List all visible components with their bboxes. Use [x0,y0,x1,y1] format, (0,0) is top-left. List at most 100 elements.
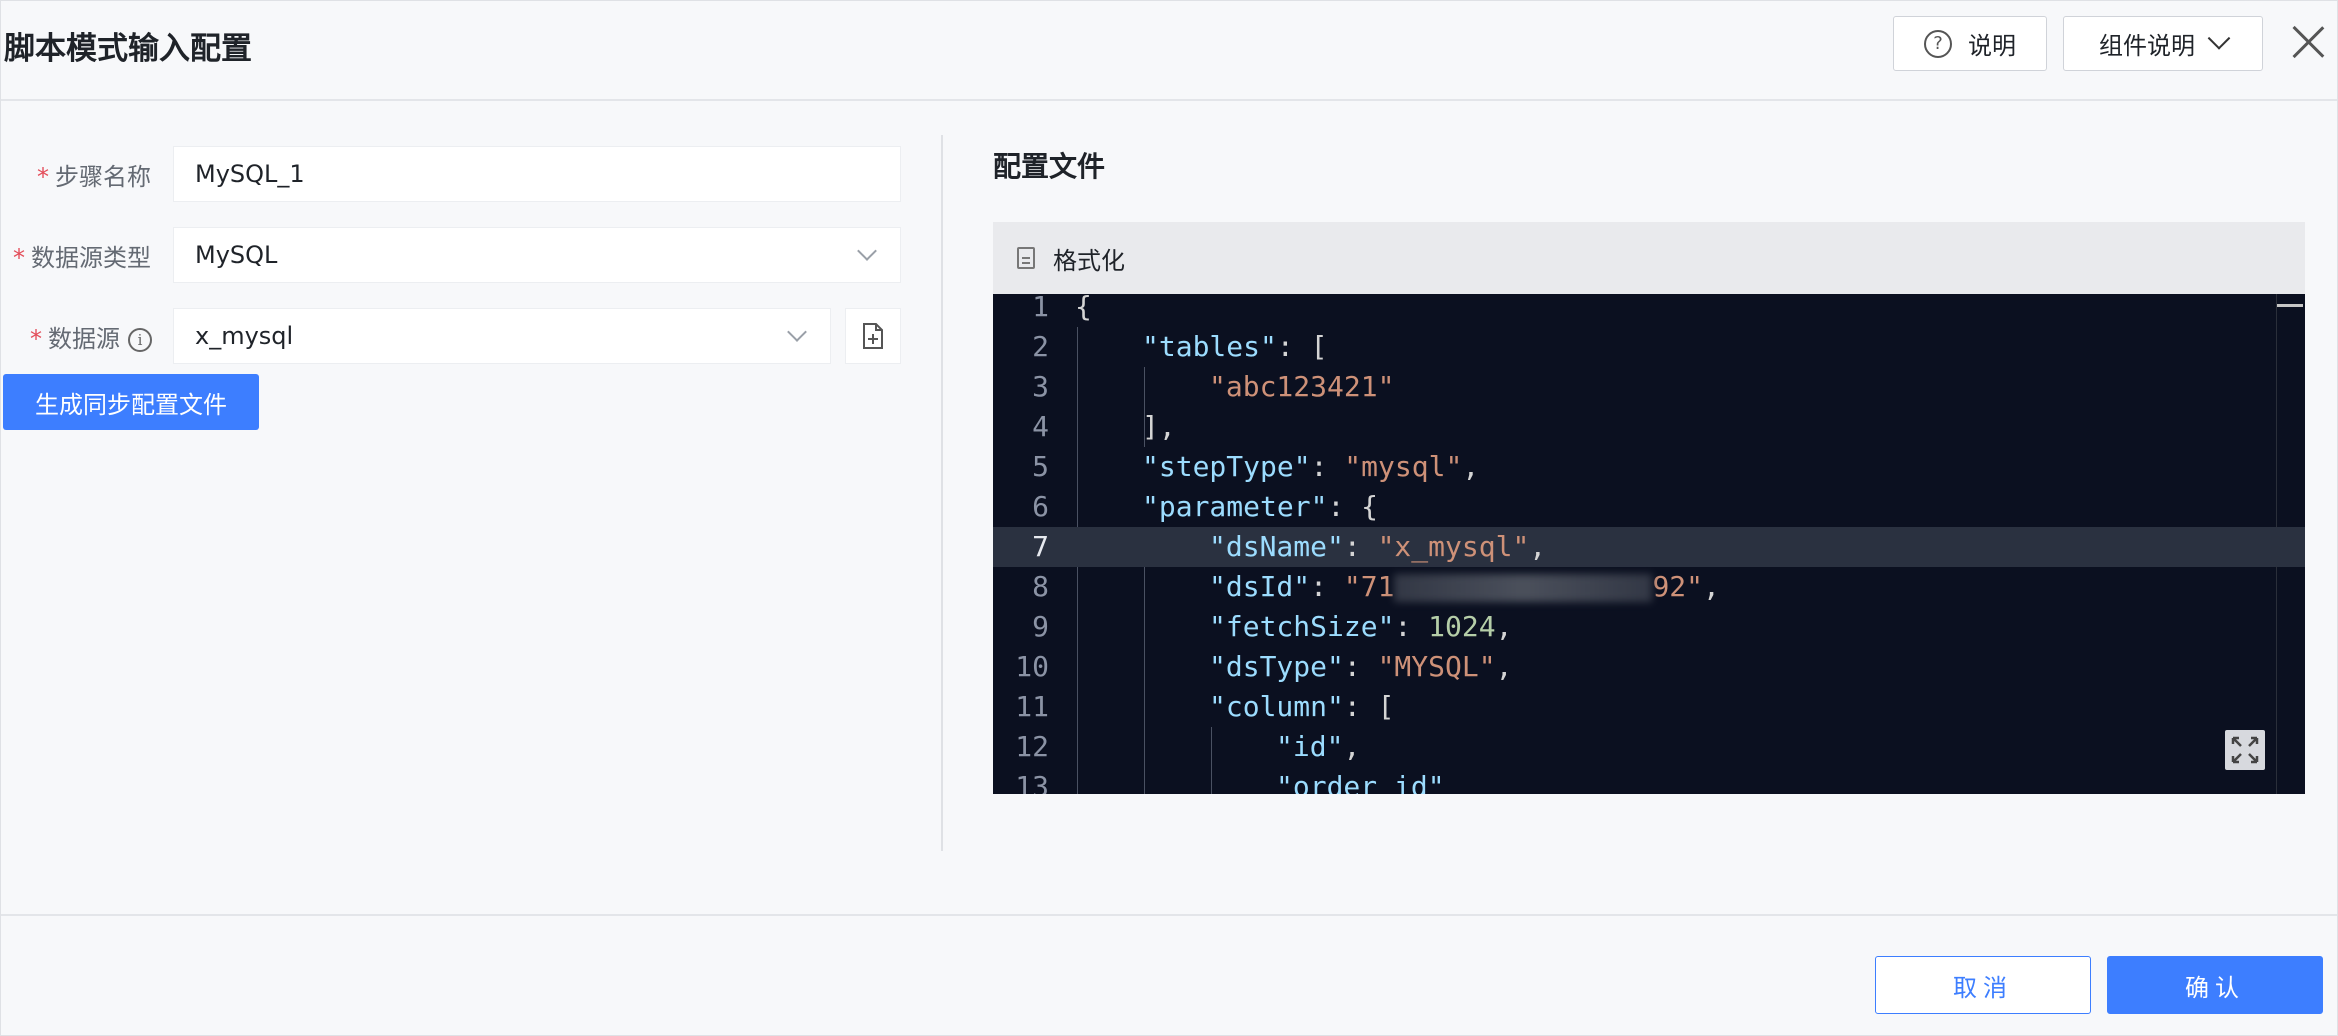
code-text: ], [1142,407,1176,447]
line-number: 4 [1032,410,1049,443]
code-text: "dsName": "x_mysql", [1209,527,1546,567]
code-token: "dsName" [1209,530,1344,563]
file-add-icon [863,323,883,349]
line-number: 13 [1015,770,1049,794]
format-button[interactable]: 格式化 [1053,241,1125,276]
code-text: "column": [ [1209,687,1394,727]
line-number: 7 [1032,530,1049,563]
code-token: "id" [1276,730,1344,763]
dialog-header: 脚本模式输入配置 ? 说明 组件说明 [1,1,2337,101]
code-token: "MYSQL" [1377,650,1496,683]
step-name-label: * 步骤名称 [37,157,151,192]
code-token: "parameter" [1142,490,1328,523]
code-text: "id", [1276,727,1360,767]
line-number: 2 [1032,330,1049,363]
code-token: , [1703,570,1720,603]
info-icon[interactable]: i [128,328,152,352]
code-token: : [1394,610,1429,643]
code-token: "column" [1209,690,1344,723]
code-token: "mysql" [1344,450,1463,483]
datasource-type-label: * 数据源类型 [13,238,151,273]
code-token: , [1495,610,1513,643]
code-line: 8 "dsId": "71 92", [993,567,2305,607]
code-token: : [ [1343,690,1395,723]
code-token: "fetchSize" [1209,610,1395,643]
code-token: : [1310,450,1345,483]
footer-divider [1,914,2337,916]
code-token: : { [1327,490,1379,523]
line-number: 5 [1032,450,1049,483]
generate-config-button[interactable]: 生成同步配置文件 [3,374,259,430]
format-toolbar: 格式化 [993,222,2305,294]
chevron-down-icon [787,322,807,342]
step-name-input[interactable]: MySQL_1 [173,146,901,202]
code-text: "stepType": "mysql", [1142,447,1479,487]
cancel-button[interactable]: 取消 [1875,956,2091,1014]
code-token: , [1462,450,1480,483]
help-button-label: 说明 [1968,32,2016,60]
config-file-title: 配置文件 [993,150,1106,183]
datasource-label: * 数据源 i [30,319,152,354]
line-number: 12 [1015,730,1049,763]
code-line: 12 "id", [993,727,2305,767]
required-mark: * [30,325,42,353]
code-token: , [1495,650,1513,683]
code-text: "fetchSize": 1024, [1209,607,1512,647]
code-line: 11 "column": [ [993,687,2305,727]
code-token: : [1343,530,1378,563]
line-number: 6 [1032,490,1049,523]
code-line: 5 "stepType": "mysql", [993,447,2305,487]
code-line: 9 "fetchSize": 1024, [993,607,2305,647]
code-line: 6 "parameter": { [993,487,2305,527]
chevron-down-icon [2207,26,2231,50]
code-token: , [1343,730,1361,763]
code-token: "order_id" [1276,770,1445,794]
code-line: 4], [993,407,2305,447]
component-help-label: 组件说明 [2099,32,2195,60]
code-line: 2 "tables": [ [993,327,2305,367]
document-icon [1017,247,1035,269]
config-dialog: 脚本模式输入配置 ? 说明 组件说明 * 步骤名称 MySQL_1 * 数据源类型 … [0,0,2338,1036]
code-text: "order_id" [1276,767,1445,794]
code-token: { [1075,294,1092,323]
code-token: "stepType" [1142,450,1311,483]
dialog-title: 脚本模式输入配置 [4,31,252,67]
confirm-button[interactable]: 确认 [2107,956,2323,1014]
line-number: 1 [1032,294,1049,323]
code-text: { [1075,294,1092,327]
code-line: 13 "order_id" [993,767,2305,794]
code-token: , [1529,530,1547,563]
help-button[interactable]: ? 说明 [1893,16,2047,71]
component-help-dropdown[interactable]: 组件说明 [2063,16,2263,71]
code-text: "tables": [ [1142,327,1327,367]
step-name-value: MySQL_1 [195,160,305,188]
add-datasource-button[interactable] [845,308,901,364]
code-token: ], [1142,410,1176,443]
code-token: : [1310,570,1344,603]
line-number: 9 [1032,610,1049,643]
line-number: 10 [1015,650,1049,683]
datasource-value: x_mysql [195,322,294,350]
redacted-value [1394,574,1653,602]
required-mark: * [37,163,49,191]
datasource-select[interactable]: x_mysql [173,308,831,364]
code-text: "parameter": { [1142,487,1378,527]
code-token: "x_mysql" [1377,530,1530,563]
datasource-type-label-text: 数据源类型 [31,244,151,272]
code-token: "71 [1343,570,1395,603]
code-line: 7 "dsName": "x_mysql", [993,527,2305,567]
datasource-type-value: MySQL [195,241,278,269]
step-name-label-text: 步骤名称 [55,163,151,191]
close-icon[interactable] [2291,25,2325,59]
code-text: "dsId": "71 92", [1209,567,1720,607]
datasource-label-text: 数据源 [48,325,120,353]
vertical-divider [941,135,943,851]
line-number: 3 [1032,370,1049,403]
code-line: 3 "abc123421" [993,367,2305,407]
code-editor[interactable]: 1{2 "tables": [3 "abc123421" 4], 5 "stepType"… [993,294,2305,794]
datasource-type-select[interactable]: MySQL [173,227,901,283]
code-token: : [1343,650,1378,683]
code-text: "abc123421" [1209,367,1394,407]
code-text: "dsType": "MYSQL", [1209,647,1512,687]
line-number: 8 [1032,570,1049,603]
